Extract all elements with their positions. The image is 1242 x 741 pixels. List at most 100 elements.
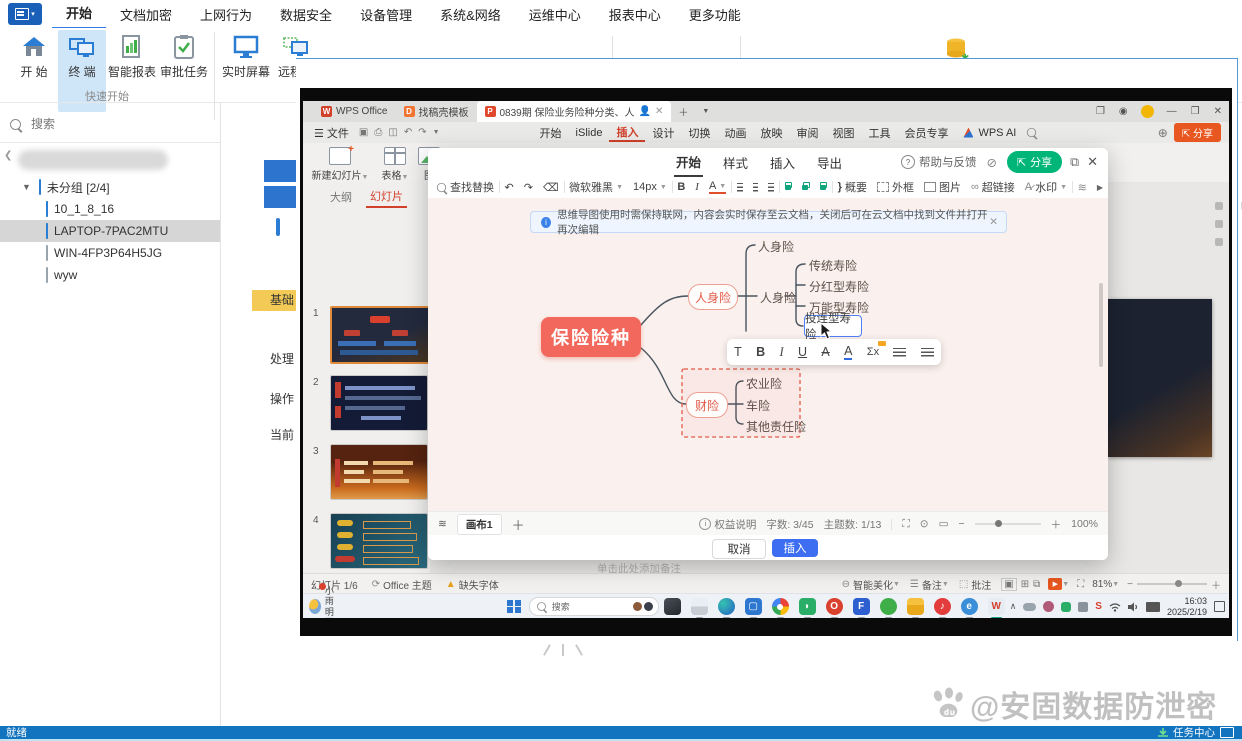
menu-home[interactable]: 开始 (52, 0, 107, 30)
wps-document-tab[interactable]: P 0839期 保险业务险种分类、人 👤 ✕ (476, 101, 672, 122)
view-normal-icon[interactable]: ▣ (1001, 577, 1017, 591)
dialog-tab-start[interactable]: 开始 (674, 148, 704, 177)
wps-ai-button[interactable]: WPS AI (976, 127, 1018, 139)
missing-font-label[interactable]: 缺失字体 (459, 577, 499, 592)
tree-root-blurred[interactable] (18, 150, 168, 170)
globe-icon[interactable]: ◉ (1112, 106, 1135, 117)
slide-thumbnail-2[interactable] (330, 375, 428, 431)
menu-device-mgmt[interactable]: 设备管理 (346, 0, 426, 28)
peek-row[interactable]: 处理 (270, 350, 296, 367)
tray-device-icon[interactable] (1078, 601, 1089, 612)
bold-icon[interactable]: B (756, 345, 765, 359)
comments-label[interactable]: 批注 (971, 577, 991, 592)
tree-collapse-handle[interactable]: ❮ (4, 150, 12, 161)
mindmap-branch-property[interactable]: 财险 (686, 392, 728, 418)
bold-button[interactable]: B (677, 181, 685, 193)
insert-child-node-icon[interactable] (802, 182, 811, 192)
print-icon[interactable]: ⎙ (371, 127, 385, 138)
tree-item-terminal-selected[interactable]: LAPTOP-7PAC2MTU (0, 220, 220, 242)
redo-icon[interactable]: ↷ (524, 181, 533, 194)
battery-icon[interactable] (1145, 601, 1160, 612)
italic-icon[interactable]: I (780, 345, 784, 360)
wps-menu-start[interactable]: 开始 (533, 125, 569, 141)
taskbar-store-icon[interactable]: ▢ (744, 598, 762, 618)
search-input[interactable] (29, 116, 183, 132)
canvas-scrollbar[interactable] (1099, 283, 1103, 367)
wps-menu-review[interactable]: 审阅 (789, 125, 825, 141)
canvas-tab[interactable]: 画布1 (456, 513, 502, 535)
view-sorter-icon[interactable]: ⊞ (1021, 579, 1029, 590)
mindmap-node[interactable]: 车险 (746, 397, 770, 414)
mindmap-node[interactable]: 农业险 (746, 375, 782, 392)
more-icon[interactable]: ▼ (430, 129, 443, 136)
add-icon[interactable]: ⊕ (1158, 126, 1168, 140)
taskbar-ie-icon[interactable]: e (960, 598, 978, 618)
font-color-button[interactable]: A ▼ (708, 180, 727, 194)
mindmap-node[interactable]: 人身险 (760, 289, 796, 306)
redo-icon[interactable]: ↷ (415, 127, 429, 138)
minimap-icon[interactable]: ▭ (939, 518, 949, 530)
numbered-list-icon[interactable] (920, 347, 934, 357)
menu-data-security[interactable]: 数据安全 (266, 0, 346, 28)
taskbar-f-app-icon[interactable]: F (852, 598, 870, 618)
taskbar-wps-icon[interactable]: W (987, 598, 1005, 618)
view-reading-icon[interactable]: ⧉ (1033, 579, 1040, 590)
frame-button[interactable]: 外框 (876, 179, 914, 195)
beautify-label[interactable]: 智能美化 (853, 577, 893, 592)
mindmap-node[interactable]: 传统寿险 (809, 257, 857, 274)
taskbar-green-app-icon[interactable] (879, 598, 897, 618)
tree-item-terminal[interactable]: WIN-4FP3P64H5JG (0, 242, 220, 264)
italic-button[interactable]: I (695, 181, 699, 193)
wifi-icon[interactable] (1109, 602, 1121, 612)
superscript-icon[interactable]: Σx (867, 341, 887, 358)
panel-icon[interactable] (1215, 202, 1223, 210)
play-button[interactable]: ▶ (1048, 578, 1063, 590)
wps-docer-tab[interactable]: D 找稿壳模板 (396, 101, 477, 122)
peek-row[interactable]: 当前 (270, 426, 296, 443)
wps-menu-tools[interactable]: 工具 (861, 125, 897, 141)
font-select[interactable]: 微软雅黑 ▼ (569, 179, 623, 195)
add-canvas-icon[interactable]: ＋ (512, 515, 525, 534)
wps-menu-islide[interactable]: iSlide (569, 127, 610, 139)
rights-link[interactable]: i 权益说明 (699, 517, 756, 532)
zoom-in-icon[interactable]: ＋ (1051, 517, 1062, 532)
dialog-close-icon[interactable]: ✕ (1087, 154, 1098, 170)
panel-icon[interactable] (1215, 220, 1223, 228)
toolbar-overflow-icon[interactable]: ▶ (1097, 183, 1103, 192)
table-button[interactable]: 表格▼ (375, 145, 415, 182)
tree-group-unassigned[interactable]: ▼ 未分组 [2/4] (0, 176, 220, 198)
tree-item-terminal[interactable]: wyw (0, 264, 220, 286)
strikethrough-icon[interactable]: A (821, 345, 829, 359)
history-icon[interactable]: ⊘ (986, 155, 996, 170)
mindmap-root-node[interactable]: 保险险种 (541, 317, 641, 357)
undo-icon[interactable]: ↶ (505, 181, 514, 194)
layers-icon[interactable]: ≋ (438, 518, 447, 530)
new-tab-icon[interactable]: ＋ (671, 104, 695, 119)
volume-icon[interactable] (1127, 602, 1139, 612)
fit-screen-icon[interactable]: ⛶ (902, 518, 909, 531)
more-tools-icon[interactable]: ≋ (1078, 181, 1087, 194)
zoom-out-icon[interactable]: − (1127, 579, 1133, 590)
wps-menu-insert[interactable]: 插入 (609, 124, 646, 142)
mindmap-node[interactable]: 其他责任险 (746, 418, 806, 435)
wps-menu-view[interactable]: 视图 (825, 125, 861, 141)
tray-expand-icon[interactable]: ∧ (1010, 601, 1017, 612)
bullet-list-icon[interactable] (893, 347, 907, 357)
dialog-share-button[interactable]: ⇱ 分享 (1006, 151, 1063, 173)
dialog-tab-export[interactable]: 导出 (815, 149, 844, 176)
pop-out-icon[interactable]: ⧉ (1070, 155, 1079, 170)
mindmap-branch-life[interactable]: 人身险 (688, 284, 738, 310)
tab-close-icon[interactable]: ✕ (655, 106, 663, 117)
wps-share-button[interactable]: ⇱ 分享 (1173, 123, 1221, 142)
tray-sogou-icon[interactable]: S (1095, 601, 1102, 612)
tray-wechat-icon[interactable] (1061, 601, 1072, 612)
zoom-in-icon[interactable]: ＋ (1211, 577, 1221, 592)
ribbon-start-button[interactable]: 开 始 (10, 30, 58, 80)
undo-icon[interactable]: ↶ (401, 127, 415, 138)
slide-thumbnail-4[interactable] (330, 513, 428, 569)
slide-thumbnail-3[interactable] (330, 444, 428, 500)
ribbon-smart-report-button[interactable]: 智能报表 (108, 30, 156, 80)
menu-doc-encrypt[interactable]: 文档加密 (106, 0, 186, 28)
restore-icon[interactable]: ❐ (1184, 106, 1207, 117)
dialog-tab-style[interactable]: 样式 (721, 149, 750, 176)
